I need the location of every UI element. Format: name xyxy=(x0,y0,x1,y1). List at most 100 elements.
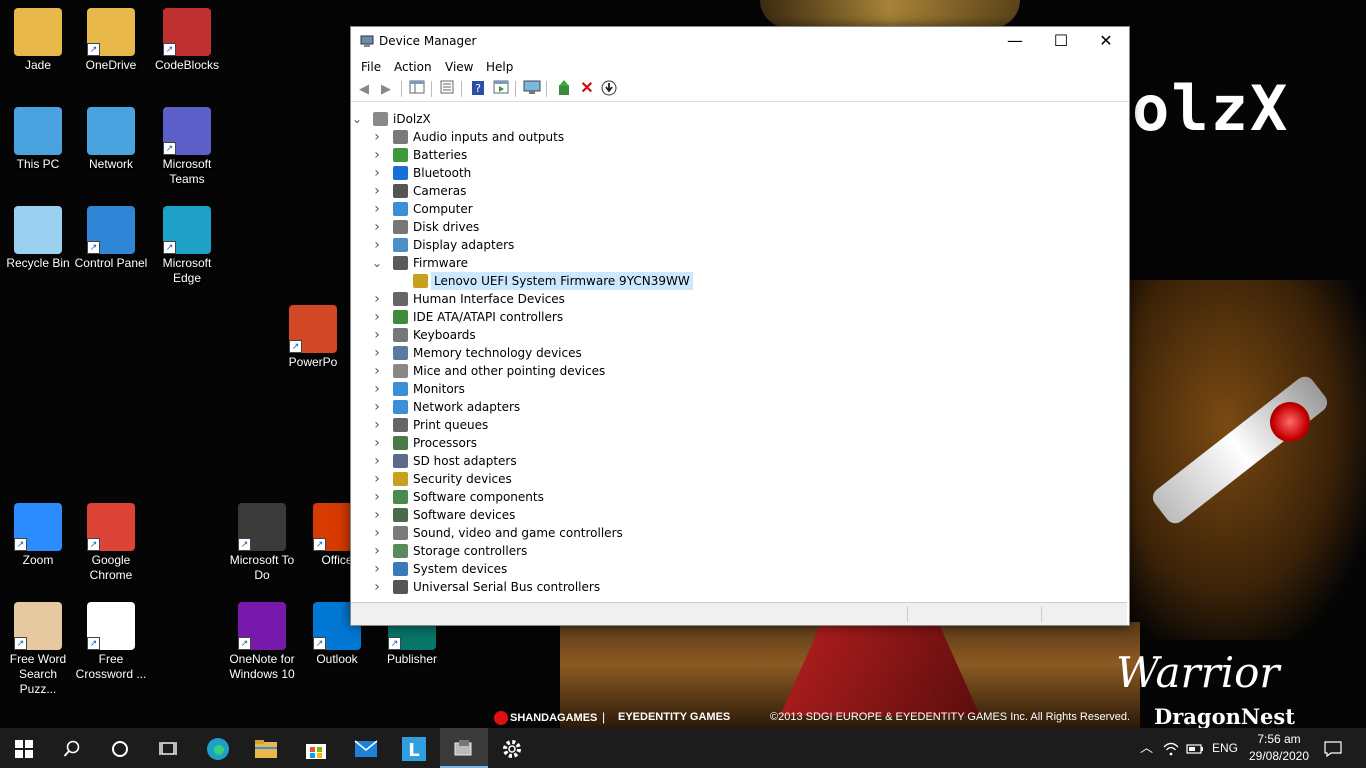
uninstall-icon[interactable]: ✕ xyxy=(578,80,596,98)
expand-chevron-icon[interactable]: › xyxy=(371,200,383,218)
tree-category[interactable]: › Bluetooth xyxy=(353,164,1123,182)
maximize-button[interactable]: ☐ xyxy=(1038,27,1084,57)
expand-chevron-icon[interactable]: › xyxy=(371,560,383,578)
tree-category[interactable]: › Batteries xyxy=(353,146,1123,164)
tree-category[interactable]: › Audio inputs and outputs xyxy=(353,128,1123,146)
cortana-icon[interactable] xyxy=(96,728,144,768)
expand-chevron-icon[interactable]: › xyxy=(371,470,383,488)
tree-category[interactable]: › Network adapters xyxy=(353,398,1123,416)
properties-icon[interactable] xyxy=(438,80,456,98)
tree-category[interactable]: › Cameras xyxy=(353,182,1123,200)
tree-category[interactable]: › Display adapters xyxy=(353,236,1123,254)
tree-category[interactable]: › Storage controllers xyxy=(353,542,1123,560)
tree-category[interactable]: › Computer xyxy=(353,200,1123,218)
desktop-icon-chrome[interactable]: ↗ Google Chrome xyxy=(73,503,149,583)
tree-category[interactable]: › Processors xyxy=(353,434,1123,452)
tree-category[interactable]: › Security devices xyxy=(353,470,1123,488)
notifications-icon[interactable] xyxy=(1324,728,1342,768)
tree-root[interactable]: ⌄ iDolzX xyxy=(352,110,1123,128)
menu-help[interactable]: Help xyxy=(486,60,513,74)
file-explorer-icon[interactable] xyxy=(242,728,290,768)
expand-chevron-icon[interactable]: › xyxy=(371,146,383,164)
expand-chevron-icon[interactable]: › xyxy=(371,218,383,236)
tree-category[interactable]: › Keyboards xyxy=(353,326,1123,344)
expand-chevron-icon[interactable]: › xyxy=(371,506,383,524)
update-driver-icon[interactable] xyxy=(555,80,573,98)
store-icon[interactable] xyxy=(292,728,340,768)
tree-category[interactable]: ⌄ Firmware xyxy=(353,254,1123,272)
desktop-icon-crossword[interactable]: ↗ Free Crossword ... xyxy=(73,602,149,682)
tree-category[interactable]: › Sound, video and game controllers xyxy=(353,524,1123,542)
desktop-icon-teams[interactable]: ↗ Microsoft Teams xyxy=(149,107,225,187)
expand-chevron-icon[interactable]: › xyxy=(371,326,383,344)
close-button[interactable]: ✕ xyxy=(1083,27,1129,57)
show-hidden-icons-icon[interactable]: ︿ xyxy=(1140,728,1153,768)
title-bar[interactable]: Device Manager — ☐ ✕ xyxy=(351,27,1129,57)
tree-category[interactable]: › Disk drives xyxy=(353,218,1123,236)
desktop-icon-control-panel[interactable]: ↗ Control Panel xyxy=(73,206,149,271)
tree-category[interactable]: › Memory technology devices xyxy=(353,344,1123,362)
tree-category[interactable]: › Monitors xyxy=(353,380,1123,398)
tree-category[interactable]: › Universal Serial Bus controllers xyxy=(353,578,1123,596)
tree-category[interactable]: › Mice and other pointing devices xyxy=(353,362,1123,380)
expand-chevron-icon[interactable]: › xyxy=(371,290,383,308)
language-indicator[interactable]: ENG xyxy=(1212,728,1238,768)
start-icon[interactable] xyxy=(0,728,48,768)
desktop-icon-word-search[interactable]: ↗ Free Word Search Puzz... xyxy=(0,602,76,697)
expand-chevron-icon[interactable]: › xyxy=(371,578,383,596)
wifi-icon[interactable] xyxy=(1163,728,1179,768)
expand-chevron-icon[interactable]: › xyxy=(371,236,383,254)
show-hide-tree-icon[interactable] xyxy=(408,80,426,98)
expand-chevron-icon[interactable]: › xyxy=(371,128,383,146)
lenovo-l-icon[interactable]: L xyxy=(390,728,438,768)
task-view-icon[interactable] xyxy=(144,728,192,768)
collapse-chevron-icon[interactable]: ⌄ xyxy=(371,254,383,272)
tree-category[interactable]: › Human Interface Devices xyxy=(353,290,1123,308)
expand-chevron-icon[interactable]: › xyxy=(371,182,383,200)
tree-category[interactable]: › Software devices xyxy=(353,506,1123,524)
device-manager-icon[interactable] xyxy=(440,728,488,768)
help-icon[interactable]: ? xyxy=(469,80,487,98)
desktop-icon-edge[interactable]: ↗ Microsoft Edge xyxy=(149,206,225,286)
expand-chevron-icon[interactable]: › xyxy=(371,524,383,542)
desktop-icon-powerpoint[interactable]: ↗ PowerPo xyxy=(275,305,351,370)
expand-chevron-icon[interactable]: › xyxy=(371,398,383,416)
expand-chevron-icon[interactable]: › xyxy=(371,416,383,434)
back-arrow-icon[interactable]: ◀ xyxy=(355,80,373,98)
desktop-icon-onedrive[interactable]: ↗ OneDrive xyxy=(73,8,149,73)
desktop-icon-recycle-bin[interactable]: Recycle Bin xyxy=(0,206,76,271)
expand-chevron-icon[interactable]: › xyxy=(371,308,383,326)
desktop-icon-onenote[interactable]: ↗ OneNote for Windows 10 xyxy=(224,602,300,682)
desktop-icon-network[interactable]: Network xyxy=(73,107,149,172)
tree-device-item[interactable]: Lenovo UEFI System Firmware 9YCN39WW xyxy=(353,272,1123,290)
tree-category[interactable]: › Print queues xyxy=(353,416,1123,434)
minimize-button[interactable]: — xyxy=(992,27,1038,57)
expand-chevron-icon[interactable]: › xyxy=(371,164,383,182)
desktop-icon-codeblocks[interactable]: ↗ CodeBlocks xyxy=(149,8,225,73)
desktop-icon-zoom[interactable]: ↗ Zoom xyxy=(0,503,76,568)
expand-chevron-icon[interactable]: › xyxy=(371,362,383,380)
tree-category[interactable]: › SD host adapters xyxy=(353,452,1123,470)
action-pane-icon[interactable] xyxy=(492,80,510,98)
tree-category[interactable]: › IDE ATA/ATAPI controllers xyxy=(353,308,1123,326)
expand-chevron-icon[interactable]: › xyxy=(371,434,383,452)
mail-icon[interactable] xyxy=(342,728,390,768)
tree-category[interactable]: › System devices xyxy=(353,560,1123,578)
expand-chevron-icon[interactable]: › xyxy=(371,344,383,362)
forward-arrow-icon[interactable]: ▶ xyxy=(377,80,395,98)
clock[interactable]: 7:56 am 29/08/2020 xyxy=(1248,731,1310,765)
menu-file[interactable]: File xyxy=(361,60,381,74)
monitor-icon[interactable] xyxy=(523,80,541,98)
edge-icon[interactable] xyxy=(194,728,242,768)
expand-chevron-icon[interactable]: › xyxy=(371,488,383,506)
download-icon[interactable] xyxy=(600,80,618,98)
desktop-icon-todo[interactable]: ↗ Microsoft To Do xyxy=(224,503,300,583)
desktop-icon-user-folder[interactable]: Jade xyxy=(0,8,76,73)
menu-action[interactable]: Action xyxy=(394,60,432,74)
expand-chevron-icon[interactable]: › xyxy=(371,380,383,398)
battery-icon[interactable] xyxy=(1186,728,1204,768)
tree-category[interactable]: › Software components xyxy=(353,488,1123,506)
search-icon[interactable] xyxy=(48,728,96,768)
settings-icon[interactable] xyxy=(488,728,536,768)
menu-view[interactable]: View xyxy=(445,60,473,74)
